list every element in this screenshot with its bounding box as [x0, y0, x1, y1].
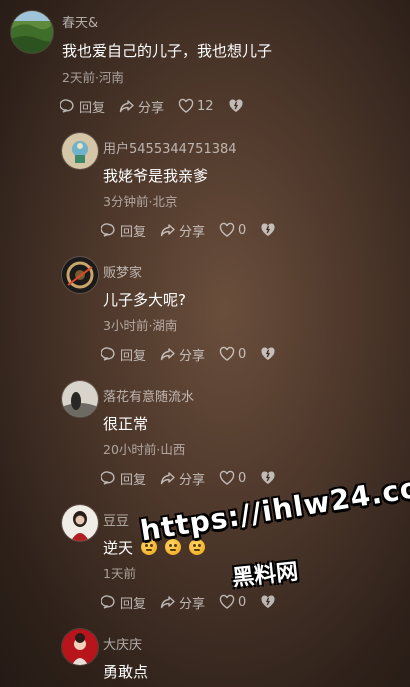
dislike-button[interactable]: [260, 594, 279, 610]
comment-meta: 20小时前·山西: [103, 442, 186, 457]
dislike-button[interactable]: [260, 470, 279, 486]
avatar[interactable]: [61, 132, 99, 170]
avatar[interactable]: [10, 10, 54, 54]
heart-icon: [219, 346, 235, 361]
reply-button[interactable]: 回复: [101, 221, 146, 240]
comment-meta: 1天前: [103, 566, 136, 581]
dislike-button[interactable]: [260, 346, 279, 362]
heart-icon: [219, 222, 235, 237]
avatar[interactable]: [61, 256, 99, 294]
share-label: 分享: [138, 100, 165, 116]
share-button[interactable]: 分享: [160, 345, 205, 364]
reply-button[interactable]: 回复: [101, 593, 146, 612]
dislike-button[interactable]: [228, 98, 247, 114]
comment-text-content: 逆天: [103, 539, 134, 557]
comment-username[interactable]: 豆豆: [103, 510, 129, 529]
share-icon: [160, 596, 175, 609]
broken-heart-icon: [261, 347, 275, 360]
share-button[interactable]: 分享: [160, 469, 205, 488]
comment-meta: 3小时前·湖南: [103, 318, 178, 333]
share-icon: [160, 224, 175, 237]
share-button[interactable]: 分享: [119, 97, 164, 116]
share-button[interactable]: 分享: [160, 221, 205, 240]
comment-meta: 2天前·河南: [62, 70, 124, 85]
broken-heart-icon: [261, 595, 275, 608]
avatar[interactable]: [61, 380, 99, 418]
comment-username[interactable]: 大庆庆: [103, 634, 142, 653]
comment-actions: 回复 分享 0: [101, 469, 293, 488]
like-count: 0: [238, 470, 247, 486]
comment-username[interactable]: 用户5455344751384: [103, 138, 237, 157]
comment-username[interactable]: 贩梦家: [103, 262, 142, 281]
reply-icon: [101, 347, 115, 361]
watermark-name: 黑料网: [231, 559, 300, 592]
avatar[interactable]: [61, 504, 99, 542]
like-button[interactable]: 0: [219, 346, 246, 362]
avatar[interactable]: [61, 628, 99, 666]
reply-icon: [101, 223, 115, 237]
comment-text: 我也爱自己的儿子，我也想儿子: [62, 42, 273, 60]
like-count: 0: [238, 222, 247, 238]
like-button[interactable]: 0: [219, 222, 246, 238]
share-label: 分享: [179, 348, 206, 364]
reply-label: 回复: [120, 596, 147, 612]
share-label: 分享: [179, 472, 206, 488]
comment-actions: 回复 分享 0: [101, 221, 293, 240]
like-count: 0: [238, 594, 247, 610]
reply-label: 回复: [120, 224, 147, 240]
reply-label: 回复: [79, 100, 106, 116]
comment-actions: 回复 分享 12: [60, 97, 261, 116]
like-button[interactable]: 12: [178, 98, 214, 114]
like-button[interactable]: 0: [219, 594, 246, 610]
share-icon: [160, 348, 175, 361]
reply-button[interactable]: 回复: [60, 97, 105, 116]
heart-icon: [178, 98, 194, 113]
share-label: 分享: [179, 224, 206, 240]
heart-icon: [219, 470, 235, 485]
comment-meta: 3分钟前·北京: [103, 194, 178, 209]
share-icon: [119, 100, 134, 113]
comment-actions: 回复 分享 0: [101, 593, 293, 612]
comment-text: 儿子多大呢?: [103, 291, 186, 309]
dislike-button[interactable]: [260, 222, 279, 238]
broken-heart-icon: [261, 471, 275, 484]
like-count: 12: [197, 98, 214, 114]
reply-label: 回复: [120, 472, 147, 488]
comment-text: 很正常: [103, 415, 149, 433]
share-label: 分享: [179, 596, 206, 612]
comment-text: 勇敢点: [103, 663, 149, 681]
comment-text: 我姥爷是我亲爹: [103, 167, 209, 185]
reply-icon: [101, 595, 115, 609]
comment-username[interactable]: 春天&: [62, 12, 98, 31]
thinking-face-icon: [189, 539, 206, 555]
share-button[interactable]: 分享: [160, 593, 205, 612]
reply-icon: [60, 99, 74, 113]
broken-heart-icon: [228, 99, 243, 112]
broken-heart-icon: [261, 223, 275, 236]
comment-username[interactable]: 落花有意随流水: [103, 386, 194, 405]
like-button[interactable]: 0: [219, 470, 246, 486]
reply-icon: [101, 471, 115, 485]
like-count: 0: [238, 346, 247, 362]
comment-actions: 回复 分享 0: [101, 345, 293, 364]
reply-button[interactable]: 回复: [101, 345, 146, 364]
share-icon: [160, 472, 175, 485]
heart-icon: [219, 594, 235, 609]
reply-label: 回复: [120, 348, 147, 364]
reply-button[interactable]: 回复: [101, 469, 146, 488]
